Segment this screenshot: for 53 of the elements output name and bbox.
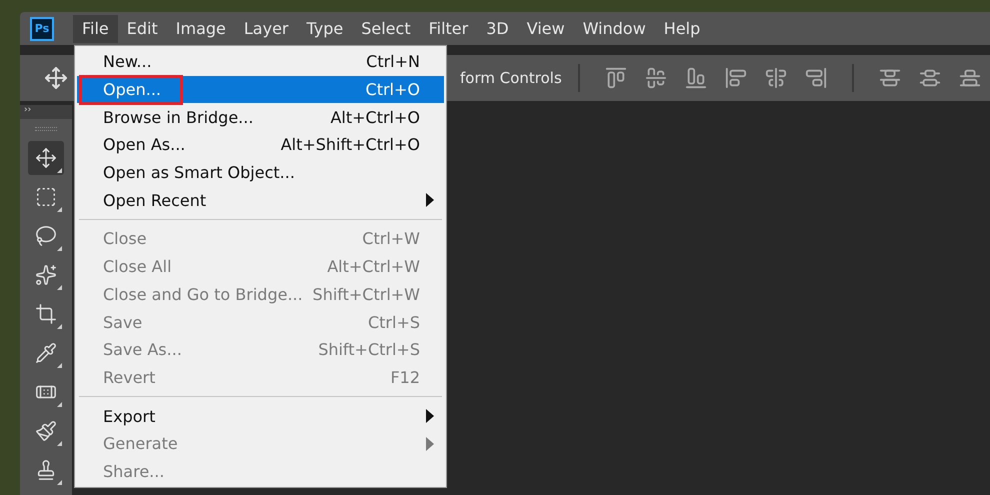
menu-item[interactable]: Help — [654, 14, 710, 42]
sparkle-icon — [35, 264, 57, 286]
shortcut-label: Ctrl+N — [366, 52, 420, 72]
align-middle-icon[interactable] — [644, 67, 667, 89]
shortcut-label: Alt+Ctrl+W — [327, 257, 420, 276]
submenu-arrow-icon — [426, 436, 434, 451]
shortcut-label: F12 — [390, 368, 420, 387]
align-center-icon[interactable] — [764, 67, 787, 89]
move-icon — [35, 147, 57, 169]
eyedropper-icon — [35, 342, 57, 364]
menu-option[interactable]: Open... Ctrl+O — [77, 76, 444, 104]
lasso-icon — [35, 225, 57, 247]
shortcut-label: Ctrl+S — [368, 312, 420, 332]
align-bottom-icon[interactable] — [684, 67, 707, 89]
menu-item[interactable]: Layer — [234, 14, 298, 42]
shortcut-label: Ctrl+O — [366, 80, 420, 100]
distribute-middle-icon[interactable] — [918, 67, 941, 89]
menu-item[interactable]: Window — [574, 14, 655, 42]
menu-item[interactable]: View — [518, 14, 574, 42]
shortcut-label: Shift+Ctrl+W — [312, 284, 420, 304]
panel-collapse-button[interactable]: ›› — [20, 105, 72, 119]
menu-item[interactable]: Image — [166, 14, 235, 42]
align-top-icon[interactable] — [604, 67, 627, 89]
distribute-bottom-icon[interactable] — [958, 67, 981, 89]
shortcut-label: Alt+Ctrl+O — [330, 108, 420, 127]
crop-icon — [35, 303, 57, 325]
tool-button[interactable] — [28, 141, 64, 175]
menu-option[interactable]: Open Recent — [77, 186, 444, 214]
menu-item[interactable]: File — [73, 14, 118, 42]
submenu-arrow-icon — [426, 409, 434, 424]
menu-item[interactable]: 3D — [477, 14, 518, 42]
align-left-icon[interactable] — [724, 67, 747, 89]
align-right-icon[interactable] — [804, 67, 827, 89]
option-label[interactable]: form Controls — [460, 69, 562, 87]
move-icon[interactable] — [44, 66, 68, 90]
distribute-top-icon[interactable] — [878, 67, 901, 89]
menu-option[interactable]: Export — [77, 402, 444, 430]
menu-option[interactable]: Browse in Bridge... Alt+Ctrl+O — [77, 103, 444, 132]
app-logo: Ps — [30, 16, 54, 40]
shortcut-label: Alt+Shift+Ctrl+O — [280, 135, 420, 154]
stamp-icon — [35, 459, 57, 481]
brush-icon — [35, 420, 57, 442]
shortcut-label: Ctrl+W — [362, 229, 420, 248]
shortcut-label: Shift+Ctrl+S — [318, 340, 420, 360]
menu-item[interactable]: Filter — [420, 14, 478, 42]
menu-option[interactable]: New... Ctrl+N — [77, 48, 444, 76]
submenu-arrow-icon — [426, 193, 434, 208]
menu-item[interactable]: Select — [352, 14, 420, 42]
menu-option[interactable]: Open As... Alt+Shift+Ctrl+O — [77, 131, 444, 159]
marquee-icon — [35, 186, 57, 208]
menu-option[interactable]: Open as Smart Object... — [77, 158, 444, 186]
menu-item[interactable]: Edit — [118, 14, 167, 42]
menu-item[interactable]: Type — [297, 14, 352, 42]
